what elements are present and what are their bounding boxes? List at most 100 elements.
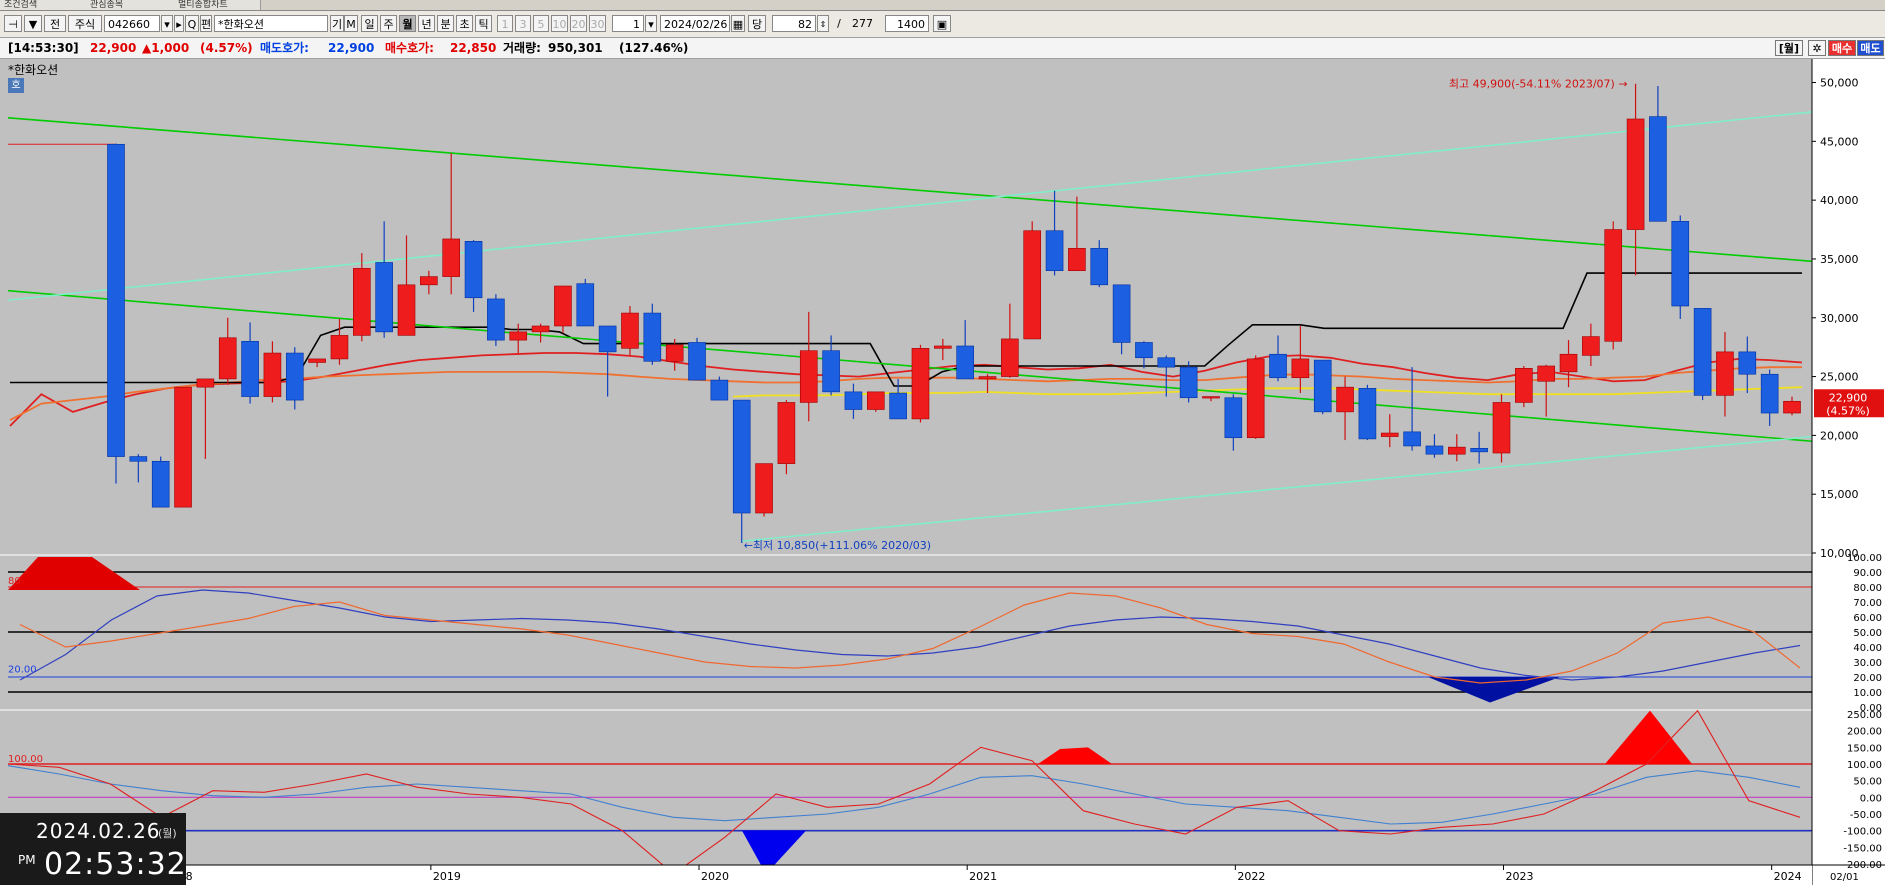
candle-body — [1269, 353, 1287, 379]
candle-body — [263, 352, 282, 397]
price-tick-label: 30,000 — [1820, 312, 1859, 325]
period-button-second[interactable]: 초 — [456, 15, 473, 32]
candle-body — [1090, 248, 1109, 286]
candle-body — [509, 331, 528, 341]
position-input[interactable]: 82 — [772, 15, 816, 32]
count-input[interactable]: 1 — [612, 15, 644, 32]
candle-body — [241, 340, 259, 397]
tab-multi-chart[interactable]: 멀티종합차트 — [174, 0, 261, 10]
buy-button[interactable]: 매수 — [1828, 40, 1856, 56]
pin-icon[interactable]: ⊣ — [4, 15, 22, 32]
market-select[interactable]: 주식 — [68, 15, 102, 32]
candle-body — [777, 402, 796, 464]
stoch-tick-label: 90.00 — [1853, 568, 1882, 579]
minute-button-5[interactable]: 5 — [533, 15, 549, 32]
candle-body — [732, 399, 751, 514]
calendar-icon[interactable]: ▦ — [731, 15, 745, 32]
candle-body — [665, 344, 684, 362]
price-tick-label: 20,000 — [1820, 429, 1859, 442]
volume-percent: (127.46%) — [619, 41, 689, 55]
period-button-gi[interactable]: 기 — [330, 15, 344, 32]
candle-body — [621, 312, 639, 349]
minute-button-3[interactable]: 3 — [515, 15, 531, 32]
minute-button-30[interactable]: 30 — [589, 15, 606, 32]
minute-button-10[interactable]: 10 — [551, 15, 568, 32]
candle-body — [755, 463, 773, 514]
candle-body — [1403, 431, 1421, 447]
price-tick-label: 40,000 — [1820, 194, 1859, 207]
volume-label: 거래량: — [503, 41, 541, 55]
tab-watchlist[interactable]: 관심종목 — [86, 0, 175, 10]
price-change-percent: (4.57%) — [200, 41, 253, 55]
minute-button-1[interactable]: 1 — [497, 15, 513, 32]
candle-body — [956, 345, 974, 380]
clock-widget: 2024.02.26 (월) PM 02:53:32 — [0, 813, 186, 885]
candle-body — [1671, 221, 1690, 307]
candle-body — [1112, 284, 1131, 343]
candle-body — [174, 386, 192, 508]
count-dropdown-icon[interactable]: ▾ — [645, 15, 657, 32]
candle-body — [1291, 358, 1310, 379]
tab-condition-search[interactable]: 조건검색 — [0, 0, 87, 10]
period-button-day[interactable]: 일 — [361, 15, 378, 32]
candle-body — [1246, 358, 1265, 439]
price-tick-label: 25,000 — [1820, 371, 1859, 384]
period-button-minute[interactable]: 분 — [437, 15, 454, 32]
next-arrow-icon[interactable]: ▸ — [174, 15, 184, 32]
candle-body — [129, 456, 148, 462]
ask-label: 매도호가: — [260, 41, 309, 55]
period-button-month[interactable]: 월 — [399, 15, 416, 32]
x-tick-label: 2021 — [969, 870, 997, 883]
x-tick-label: 2020 — [701, 870, 729, 883]
date-input[interactable]: 2024/02/26 — [660, 15, 730, 32]
cci-tick-label: -150.00 — [1843, 843, 1882, 854]
candle-body — [1157, 357, 1176, 368]
screenshot-icon[interactable]: ▣ — [933, 15, 951, 32]
position-stepper[interactable]: ⇕ — [817, 15, 829, 32]
stoch-tick-label: 80.00 — [1853, 583, 1882, 594]
download-icon[interactable]: ▼ — [24, 15, 42, 32]
clock-ampm: PM — [18, 853, 36, 867]
candle-body — [464, 241, 483, 299]
candle-body — [1336, 386, 1354, 413]
candle-body — [1783, 400, 1801, 414]
high-annotation: 최고 49,900(-54.11% 2023/07) → — [1449, 78, 1628, 91]
edit-button[interactable]: 편 — [200, 15, 212, 32]
candle-body — [554, 285, 572, 327]
period-button-week[interactable]: 주 — [380, 15, 397, 32]
candle-body — [1358, 388, 1377, 440]
cci-tick-label: -100.00 — [1843, 827, 1882, 838]
minute-button-20[interactable]: 20 — [570, 15, 587, 32]
ask-value: 22,900 — [328, 41, 375, 55]
period-button-m[interactable]: M — [344, 15, 358, 32]
bid-label: 매수호가: — [385, 41, 434, 55]
stoch-tick-label: 50.00 — [1853, 628, 1882, 639]
chart-area[interactable]: 최고 49,900(-54.11% 2023/07) → ←최저 10,850(+… — [0, 59, 1885, 885]
candle-body — [1470, 448, 1488, 453]
stock-name-field[interactable]: *한화오션 — [214, 15, 328, 32]
code-dropdown-icon[interactable]: ▾ — [161, 15, 173, 32]
x-tick-label: 2022 — [1237, 870, 1265, 883]
search-button[interactable]: Q — [185, 15, 199, 32]
candle-body — [151, 460, 170, 508]
prev-button[interactable]: 전 — [44, 15, 66, 32]
sell-button[interactable]: 매도 — [1857, 40, 1884, 56]
current-button[interactable]: 당 — [748, 15, 766, 32]
stock-code-input[interactable]: 042660 — [104, 15, 160, 32]
cci-level-label-100: 100.00 — [8, 754, 43, 765]
settings-icon[interactable]: ✲ — [1808, 40, 1826, 56]
window-tab-strip: 조건검색 관심종목 멀티종합차트 — [0, 0, 1885, 11]
month-button[interactable]: [월] — [1775, 40, 1803, 56]
candle-body — [1045, 230, 1064, 272]
period-button-year[interactable]: 년 — [418, 15, 435, 32]
zoom-input[interactable]: 1400 — [885, 15, 929, 32]
candle-body — [978, 376, 997, 380]
candle-body — [196, 378, 215, 388]
quote-badge: 호 — [8, 78, 24, 93]
candle-body — [1313, 359, 1332, 413]
candle-body — [375, 262, 393, 333]
candle-body — [1693, 308, 1712, 396]
candle-body — [710, 379, 729, 401]
period-button-tick[interactable]: 틱 — [475, 15, 492, 32]
candle-body — [330, 335, 349, 360]
